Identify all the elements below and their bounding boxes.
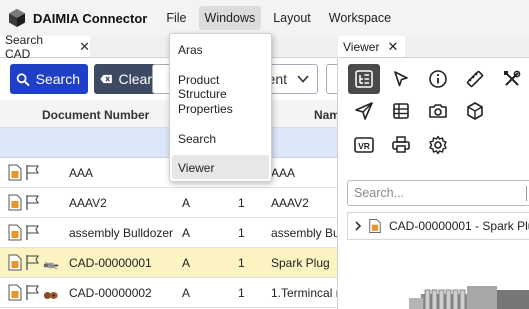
search-button[interactable]: Search bbox=[10, 64, 88, 94]
secondary-select[interactable] bbox=[326, 64, 337, 94]
cell-revision: A bbox=[182, 286, 191, 300]
cell-name: AAA bbox=[271, 166, 296, 180]
windows-menu-dropdown: Aras Product Structure Properties Search… bbox=[169, 33, 272, 182]
tab-viewer-close-icon[interactable]: ✕ bbox=[387, 39, 398, 55]
cad-document-icon bbox=[8, 164, 22, 181]
chevron-down-icon bbox=[297, 75, 309, 83]
svg-text:VR: VR bbox=[358, 141, 370, 151]
printer-icon bbox=[392, 136, 410, 153]
menu-item-viewer[interactable]: Viewer bbox=[172, 155, 269, 179]
cad-document-icon bbox=[8, 224, 22, 241]
table-row-selected[interactable]: CAD-00000001 A 1 Spark Plug bbox=[0, 248, 337, 278]
info-button[interactable] bbox=[422, 64, 454, 94]
chevron-right-icon[interactable] bbox=[354, 221, 362, 231]
settings-button[interactable] bbox=[422, 130, 454, 160]
cell-document-number: AAAV2 bbox=[69, 196, 107, 210]
menu-workspace[interactable]: Workspace bbox=[323, 6, 397, 30]
spark-plug-thumbnail bbox=[43, 261, 59, 270]
cad-document-icon bbox=[8, 194, 22, 211]
menu-file[interactable]: File bbox=[160, 6, 192, 30]
cell-version: 1 bbox=[238, 286, 245, 300]
vr-button[interactable]: VR bbox=[348, 130, 380, 160]
table-button[interactable] bbox=[385, 96, 417, 126]
cell-version: 1 bbox=[238, 256, 245, 270]
backspace-icon bbox=[100, 74, 112, 84]
cell-name: 1.Termincal r bbox=[271, 286, 338, 300]
cell-revision: A bbox=[182, 256, 191, 270]
flag-icon[interactable] bbox=[25, 224, 41, 241]
send-icon bbox=[355, 102, 373, 120]
ruler-icon bbox=[466, 70, 484, 88]
viewer-panel: VR CAD-00000001 - Spark Plu bbox=[339, 58, 529, 309]
cell-revision: A bbox=[182, 226, 191, 240]
select-tool-button[interactable] bbox=[385, 64, 417, 94]
3d-model-viewport[interactable] bbox=[339, 246, 529, 309]
structure-tree-item[interactable]: CAD-00000001 - Spark Plu bbox=[347, 212, 529, 240]
cad-document-icon bbox=[369, 219, 381, 233]
clear-button[interactable]: Clear bbox=[94, 64, 160, 94]
cell-document-number: CAD-00000001 bbox=[69, 256, 152, 270]
cell-document-number: CAD-00000002 bbox=[69, 286, 152, 300]
cell-version: 1 bbox=[238, 196, 245, 210]
viewer-search-input[interactable] bbox=[354, 182, 514, 204]
camera-icon bbox=[429, 104, 447, 118]
terminal-thumbnail bbox=[43, 291, 58, 300]
cell-document-number: AAA bbox=[69, 166, 94, 180]
clear-button-label: Clear bbox=[118, 71, 152, 87]
cell-revision: A bbox=[182, 196, 191, 210]
column-header-name[interactable]: Nam bbox=[314, 108, 337, 122]
menu-bar: DAIMIA Connector File Windows Layout Wor… bbox=[0, 0, 529, 36]
snapshot-button[interactable] bbox=[422, 96, 454, 126]
search-toolbar: Search Clear bbox=[10, 64, 160, 94]
cell-document-number: assembly Bulldozer bbox=[69, 226, 174, 240]
print-button[interactable] bbox=[385, 130, 417, 160]
cell-name: Spark Plug bbox=[271, 256, 330, 270]
cad-document-icon bbox=[8, 254, 22, 271]
cad-document-icon bbox=[8, 284, 22, 301]
tree-item-label: CAD-00000001 - Spark Plu bbox=[389, 219, 529, 233]
flag-icon[interactable] bbox=[25, 194, 41, 211]
search-separator bbox=[526, 186, 527, 201]
menu-windows[interactable]: Windows bbox=[198, 6, 262, 30]
flag-icon[interactable] bbox=[25, 254, 41, 271]
tab-search-cad-close-icon[interactable]: ✕ bbox=[79, 39, 90, 55]
flag-icon[interactable] bbox=[25, 284, 41, 301]
cell-name: AAAV2 bbox=[271, 196, 309, 210]
tree-list-icon bbox=[355, 70, 373, 88]
cube-icon bbox=[467, 102, 483, 120]
tools-icon bbox=[504, 70, 521, 86]
table-row[interactable]: CAD-00000002 A 1 1.Termincal r bbox=[0, 278, 338, 308]
table-row[interactable]: assembly Bulldozer A 1 assembly Bul bbox=[0, 218, 338, 248]
structure-tree-button[interactable] bbox=[348, 64, 380, 94]
menu-item-properties[interactable]: Properties bbox=[172, 96, 269, 120]
cell-version: 1 bbox=[238, 226, 245, 240]
tab-viewer-label: Viewer bbox=[343, 39, 380, 54]
menu-item-aras[interactable]: Aras bbox=[172, 37, 269, 61]
info-icon bbox=[429, 70, 447, 88]
app-logo-icon bbox=[9, 9, 25, 27]
tab-search-cad[interactable]: Search CAD ✕ bbox=[0, 32, 90, 61]
vr-icon: VR bbox=[354, 137, 374, 153]
search-button-label: Search bbox=[35, 71, 80, 87]
gear-icon bbox=[429, 135, 447, 155]
app-title: DAIMIA Connector bbox=[33, 10, 148, 26]
tools-button[interactable] bbox=[496, 64, 528, 94]
table-row[interactable]: AAAV2 A 1 AAAV2 bbox=[0, 188, 337, 218]
tab-viewer[interactable]: Viewer ✕ bbox=[339, 36, 405, 58]
menu-layout[interactable]: Layout bbox=[267, 6, 317, 30]
menu-item-product-structure[interactable]: Product Structure bbox=[172, 67, 269, 101]
spark-plug-model bbox=[409, 286, 529, 309]
measure-button[interactable] bbox=[459, 64, 491, 94]
column-header-document-number[interactable]: Document Number bbox=[42, 108, 149, 122]
pointer-icon bbox=[394, 71, 408, 87]
flag-icon[interactable] bbox=[25, 164, 41, 181]
tab-search-cad-label: Search CAD bbox=[5, 32, 44, 61]
menu-item-search[interactable]: Search bbox=[172, 126, 269, 150]
3d-view-button[interactable] bbox=[459, 96, 491, 126]
cell-name: assembly Bul bbox=[271, 226, 338, 240]
viewer-search-field[interactable] bbox=[347, 180, 529, 206]
send-button[interactable] bbox=[348, 96, 380, 126]
table-icon bbox=[393, 103, 409, 119]
search-icon bbox=[16, 72, 30, 86]
